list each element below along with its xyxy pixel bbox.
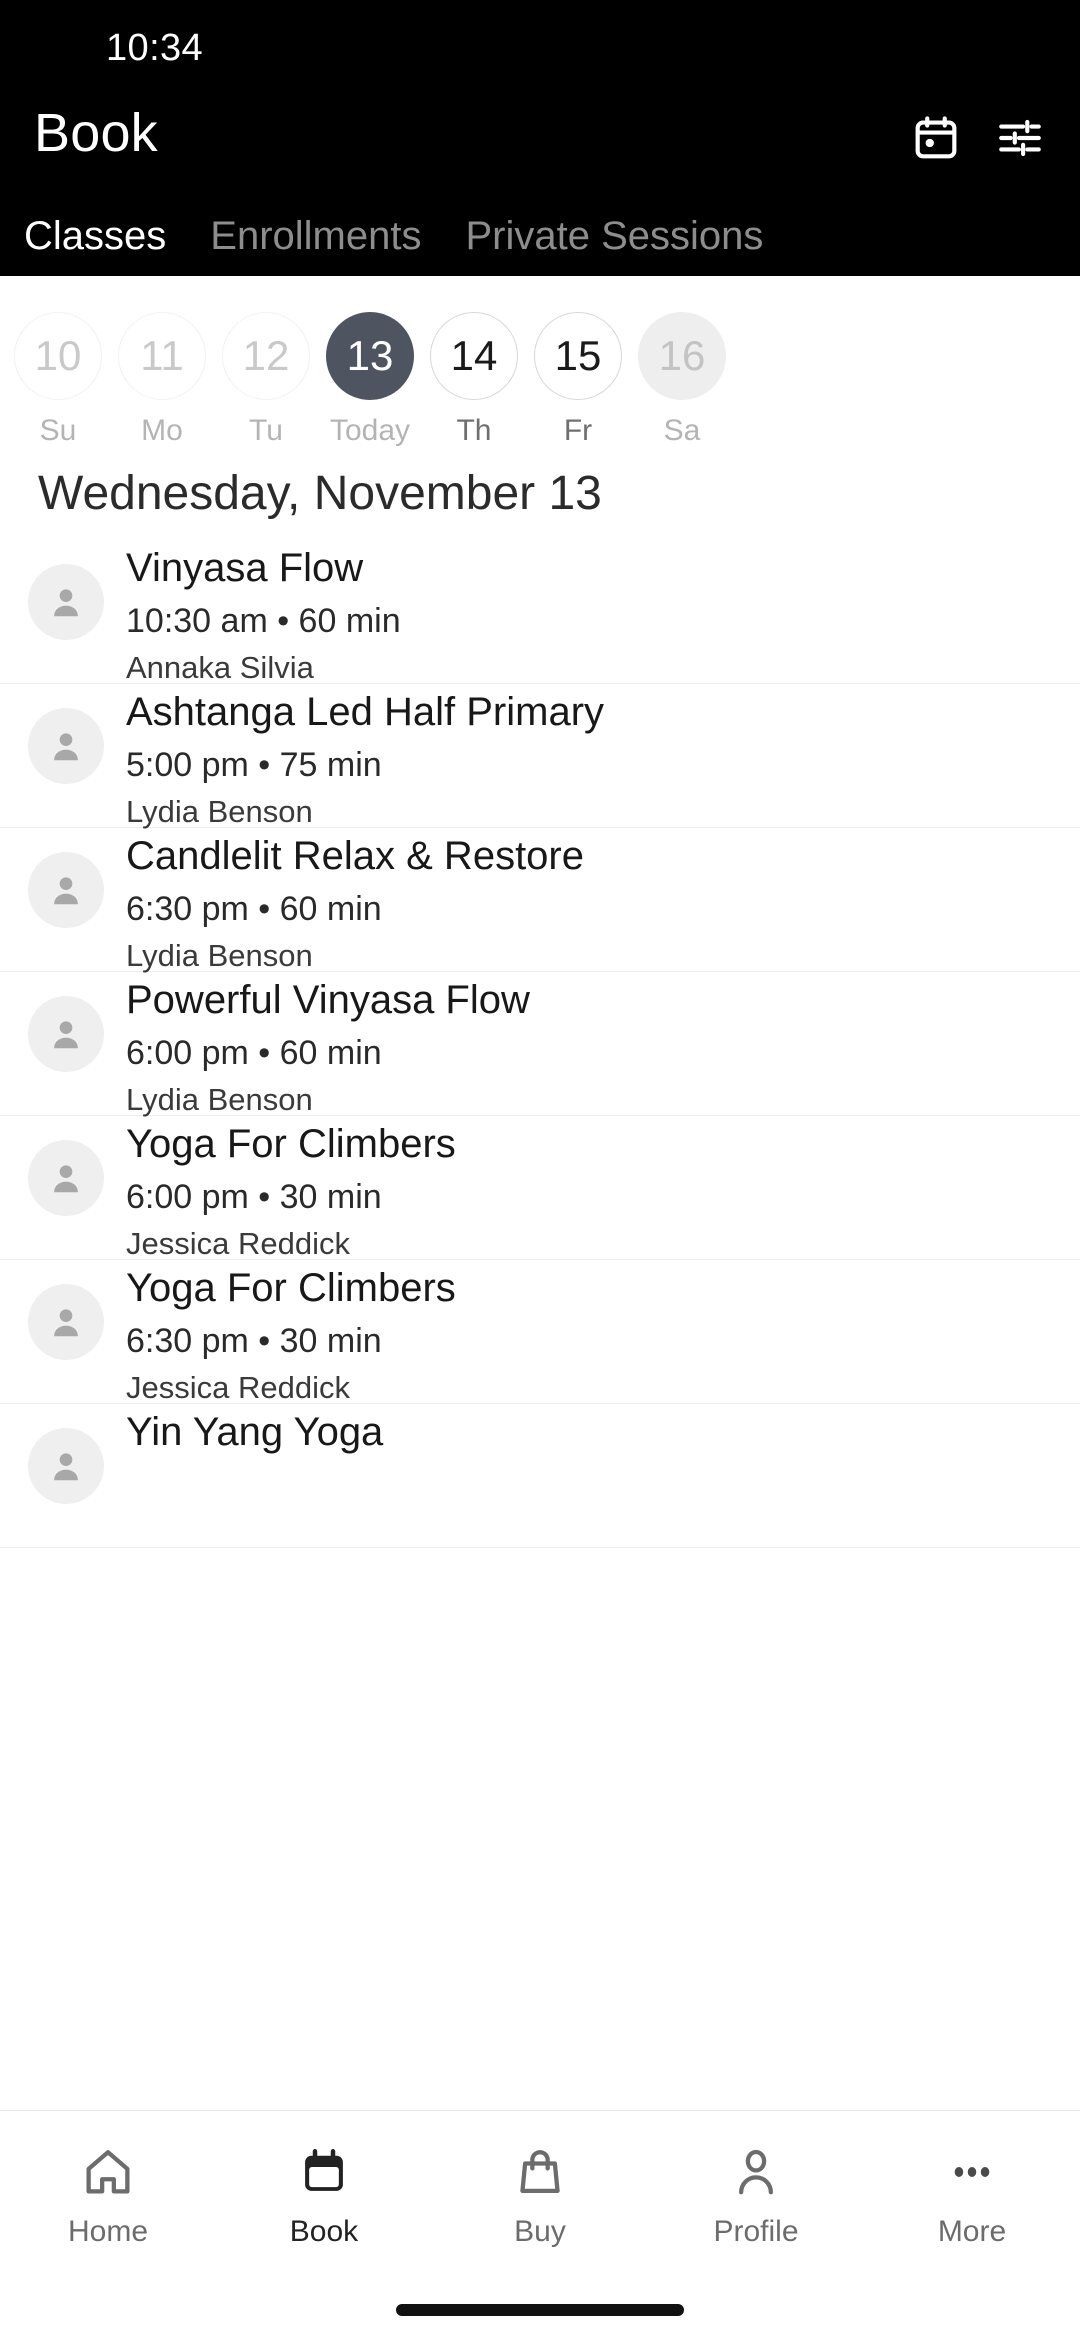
header-actions <box>908 110 1048 166</box>
date-pill-number[interactable]: 11 <box>118 312 206 400</box>
date-pill-label: Th <box>456 414 492 447</box>
tab-classes[interactable]: Classes <box>24 214 166 259</box>
class-list[interactable]: Vinyasa Flow 10:30 am • 60 min Annaka Si… <box>0 540 1080 2340</box>
date-pill-label: Sa <box>663 414 701 447</box>
class-title: Powerful Vinyasa Flow <box>126 978 530 1022</box>
avatar <box>28 564 104 640</box>
row-body: Yoga For Climbers 6:00 pm • 30 min Jessi… <box>126 1116 1060 1266</box>
date-pill-label: Mo <box>141 414 183 447</box>
date-cell-16[interactable]: 16 Sa <box>630 276 734 448</box>
avatar <box>28 708 104 784</box>
class-time-meta: 6:30 pm • 60 min <box>126 890 382 928</box>
table-row[interactable]: Candlelit Relax & Restore 6:30 pm • 60 m… <box>0 828 1080 973</box>
table-row[interactable]: Yoga For Climbers 6:00 pm • 30 min Jessi… <box>0 1116 1080 1261</box>
calendar-icon[interactable] <box>908 110 964 166</box>
nav-label: Book <box>289 2215 359 2248</box>
date-pill-number[interactable]: 14 <box>430 312 518 400</box>
class-title: Ashtanga Led Half Primary <box>126 690 605 734</box>
selected-day-heading: Wednesday, November 13 <box>38 467 602 520</box>
tab-private-sessions[interactable]: Private Sessions <box>465 214 763 259</box>
date-cell-12[interactable]: 12 Tu <box>214 276 318 448</box>
row-body: Ashtanga Led Half Primary 5:00 pm • 75 m… <box>126 684 1060 834</box>
home-icon <box>81 2139 135 2205</box>
date-pill-number[interactable]: 12 <box>222 312 310 400</box>
bottom-nav-items: Home Book Buy Profile More <box>0 2125 1080 2275</box>
nav-item-home[interactable]: Home <box>0 2125 216 2275</box>
row-body: Powerful Vinyasa Flow 6:00 pm • 60 min L… <box>126 972 1060 1122</box>
avatar <box>28 1428 104 1504</box>
tab-enrollments[interactable]: Enrollments <box>210 214 421 259</box>
date-pill-label: Tu <box>249 414 283 447</box>
date-cell-15[interactable]: 15 Fr <box>526 276 630 448</box>
date-pill-number[interactable]: 16 <box>638 312 726 400</box>
table-row-partial[interactable]: Yin Yang Yoga <box>0 1404 1080 1548</box>
date-cell-10[interactable]: 10 Su <box>6 276 110 448</box>
class-time-meta: 6:00 pm • 30 min <box>126 1178 382 1216</box>
nav-item-profile[interactable]: Profile <box>648 2125 864 2275</box>
date-cell-11[interactable]: 11 Mo <box>110 276 214 448</box>
person-icon <box>729 2139 783 2205</box>
nav-label: Home <box>67 2215 149 2248</box>
date-strip[interactable]: 10 Su 11 Mo 12 Tu 13 Today 14 Th 15 Fr 1… <box>0 276 1080 456</box>
class-title: Vinyasa Flow <box>126 546 364 590</box>
date-pill-number[interactable]: 10 <box>14 312 102 400</box>
home-indicator[interactable] <box>396 2304 684 2316</box>
avatar <box>28 996 104 1072</box>
nav-label: Profile <box>713 2215 799 2248</box>
avatar <box>28 852 104 928</box>
table-row[interactable]: Vinyasa Flow 10:30 am • 60 min Annaka Si… <box>0 540 1080 685</box>
date-pill-number[interactable]: 15 <box>534 312 622 400</box>
date-cell-13-today[interactable]: 13 Today <box>318 276 422 448</box>
class-time-meta: 6:30 pm • 30 min <box>126 1322 382 1360</box>
bag-icon <box>513 2139 567 2205</box>
row-body: Candlelit Relax & Restore 6:30 pm • 60 m… <box>126 828 1060 978</box>
table-row[interactable]: Powerful Vinyasa Flow 6:00 pm • 60 min L… <box>0 972 1080 1117</box>
date-pill-label: Fr <box>563 414 593 447</box>
filter-icon[interactable] <box>992 110 1048 166</box>
date-pill-label-today: Today <box>329 414 411 447</box>
date-pill-number-selected[interactable]: 13 <box>326 312 414 400</box>
date-pill-label: Su <box>39 414 77 447</box>
table-row[interactable]: Ashtanga Led Half Primary 5:00 pm • 75 m… <box>0 684 1080 829</box>
app-screen: 10:34 Book Classes Enrollments Private S… <box>0 0 1080 2340</box>
nav-label: More <box>937 2215 1007 2248</box>
class-title: Yoga For Climbers <box>126 1266 456 1310</box>
calendar-icon <box>297 2139 351 2205</box>
avatar <box>28 1140 104 1216</box>
app-header: 10:34 Book Classes Enrollments Private S… <box>0 0 1080 276</box>
row-body: Yoga For Climbers 6:30 pm • 30 min Jessi… <box>126 1260 1060 1410</box>
class-time-meta: 10:30 am • 60 min <box>126 602 401 640</box>
status-bar: 10:34 <box>0 0 1080 92</box>
page-title: Book <box>34 103 158 163</box>
row-body: Yin Yang Yoga <box>126 1404 1060 1460</box>
tab-bar: Classes Enrollments Private Sessions <box>0 196 1080 276</box>
row-body: Vinyasa Flow 10:30 am • 60 min Annaka Si… <box>126 540 1060 690</box>
class-time-meta: 5:00 pm • 75 min <box>126 746 382 784</box>
nav-label: Buy <box>514 2215 566 2248</box>
nav-item-book[interactable]: Book <box>216 2125 432 2275</box>
nav-item-buy[interactable]: Buy <box>432 2125 648 2275</box>
class-title: Yin Yang Yoga <box>126 1410 384 1454</box>
nav-item-more[interactable]: More <box>864 2125 1080 2275</box>
class-title: Candlelit Relax & Restore <box>126 834 584 878</box>
status-bar-time: 10:34 <box>106 27 204 69</box>
class-title: Yoga For Climbers <box>126 1122 456 1166</box>
class-time-meta: 6:00 pm • 60 min <box>126 1034 382 1072</box>
table-row[interactable]: Yoga For Climbers 6:30 pm • 30 min Jessi… <box>0 1260 1080 1405</box>
avatar <box>28 1284 104 1360</box>
date-cell-14[interactable]: 14 Th <box>422 276 526 448</box>
bottom-navigation: Home Book Buy Profile More <box>0 2110 1080 2340</box>
more-icon <box>945 2139 999 2205</box>
title-row: Book <box>0 96 1080 186</box>
